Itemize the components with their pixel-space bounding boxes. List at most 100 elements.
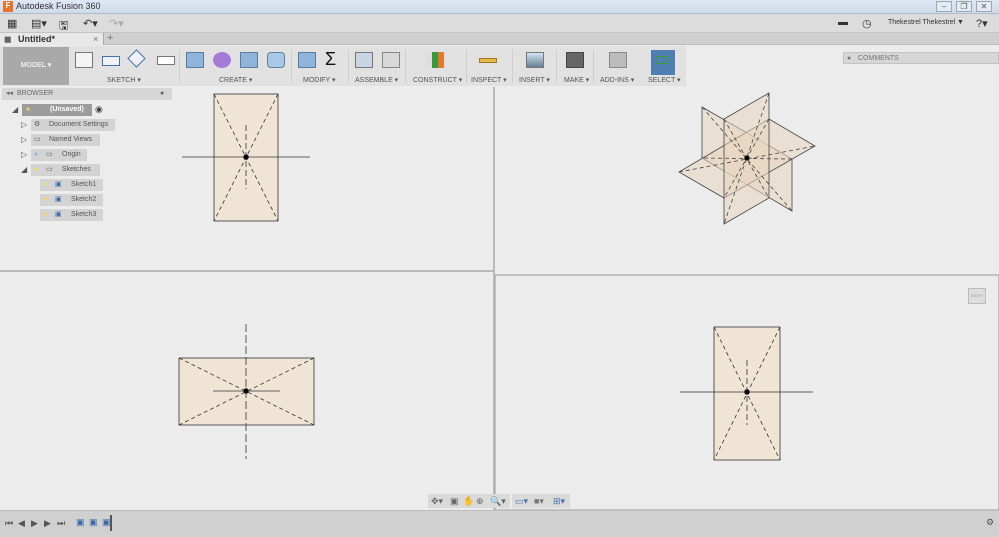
pan-icon[interactable]: ✋ [463,494,474,508]
display-settings-bar: ▭▾ ■▾ ⊞▾ [512,494,570,508]
fit-icon[interactable]: 🔍▾ [490,494,506,508]
create-sketch-icon[interactable] [75,52,93,68]
assemble-menu[interactable]: ASSEMBLE ▾ [355,76,398,84]
sketch-menu[interactable]: SKETCH ▾ [107,76,141,84]
job-status-icon[interactable]: ▬ [838,17,848,28]
tree-item-sketch1[interactable]: Sketch1 ● ▣ [40,179,103,191]
tree-item-sketches[interactable]: Sketches ● ▭ [31,164,100,176]
restore-button[interactable]: ❐ [956,1,972,12]
go-to-end-icon[interactable]: ⏭ [57,518,65,529]
comments-toggle-icon[interactable]: ● [847,53,851,64]
point-icon[interactable] [157,56,175,65]
step-back-icon[interactable]: ◀ [18,518,25,529]
play-icon[interactable]: ▶ [31,518,38,529]
display-settings-icon[interactable]: ▭▾ [515,494,528,508]
expand-toggle-icon[interactable]: ▷ [21,135,27,144]
new-component-icon[interactable] [355,52,373,68]
help-icon[interactable]: ?▾ [976,17,988,30]
sigma-icon[interactable]: Σ [325,49,343,69]
clock-icon[interactable]: ◷ [862,17,872,30]
tree-label: Origin [62,151,81,158]
close-window-button[interactable]: ✕ [976,1,992,12]
insert-menu[interactable]: INSERT ▾ [519,76,550,84]
lightbulb-icon[interactable]: ● [26,104,30,116]
tree-label: (Unsaved) [50,106,84,113]
browser-options-icon[interactable]: ● [160,88,164,100]
folder-icon: ▭ [46,166,53,173]
timeline-settings-icon[interactable]: ⚙ [986,517,994,528]
measure-icon[interactable] [479,58,497,63]
step-forward-icon[interactable]: ▶ [44,518,51,529]
canvas[interactable] [0,87,999,510]
add-ins-menu[interactable]: ADD-INS ▾ [600,76,634,84]
lightbulb-icon[interactable]: ● [43,194,47,206]
scripts-icon[interactable] [609,52,627,68]
viewcube-label: RIGHT [970,293,984,298]
lightbulb-icon[interactable]: ● [43,179,47,191]
inspect-menu[interactable]: INSPECT ▾ [471,76,507,84]
user-dropdown-icon[interactable]: ▼ [957,19,964,26]
extrude-icon[interactable] [186,52,204,68]
activate-radio-icon[interactable]: ◉ [95,104,103,115]
tree-item-sketch2[interactable]: Sketch2 ● ▣ [40,194,103,206]
modify-menu[interactable]: MODIFY ▾ [303,76,336,84]
visual-style-icon[interactable]: ■▾ [534,494,544,508]
select-button[interactable] [651,50,675,75]
user-menu[interactable]: Thekestrel Thekestrel [888,19,955,26]
timeline-marker[interactable] [110,515,112,531]
viewcube[interactable]: RIGHT [968,288,986,304]
lightbulb-icon[interactable]: ● [43,209,47,221]
undo-icon[interactable]: ↶▾ [83,17,98,30]
workspace-switcher[interactable]: MODEL ▾ [3,47,69,85]
new-tab-button[interactable]: + [107,32,113,44]
form-icon[interactable] [213,52,231,68]
select-box-icon [656,56,668,64]
tree-item-root[interactable]: (Unsaved) ● [22,104,92,116]
expand-toggle-icon[interactable]: ◢ [12,105,18,114]
viewport-area[interactable] [0,87,999,510]
lightbulb-icon[interactable]: ● [34,164,38,176]
plane-icon[interactable] [426,52,444,68]
create-menu[interactable]: CREATE ▾ [219,76,252,84]
sketch-icon: ▣ [55,196,62,203]
redo-icon[interactable]: ↷▾ [109,17,124,30]
expand-toggle-icon[interactable]: ▷ [21,120,27,129]
comments-label: COMMENTS [858,55,899,62]
press-pull-icon[interactable] [298,52,316,68]
expand-toggle-icon[interactable]: ▷ [21,150,27,159]
viewports-icon[interactable]: ⊞▾ [553,494,565,508]
browser-header[interactable]: ◂◂ BROWSER ● [2,88,172,100]
joint-icon[interactable] [382,52,400,68]
timeline-sketch1-icon[interactable]: ▣ [76,517,85,528]
collapse-browser-icon[interactable]: ◂◂ [6,88,13,100]
expand-toggle-icon[interactable]: ◢ [21,165,27,174]
timeline-bar: ⏮ ◀ ▶ ▶ ⏭ ▣ ▣ ▣ ⚙ [0,510,999,537]
tree-item-origin[interactable]: Origin ● ▭ [31,149,87,161]
construct-menu[interactable]: CONSTRUCT ▾ [413,76,462,84]
file-menu-icon[interactable]: ▤▾ [31,17,47,30]
tree-item-sketch3[interactable]: Sketch3 ● ▣ [40,209,103,221]
timeline-sketch2-icon[interactable]: ▣ [89,517,98,528]
zoom-icon[interactable]: ⊕ [476,494,484,508]
tab-untitled[interactable]: Untitled* ◼ × [0,33,104,45]
close-tab-icon[interactable]: × [93,33,98,45]
window-title: Autodesk Fusion 360 [16,1,101,11]
rectangle-icon[interactable] [102,56,120,66]
look-at-icon[interactable]: ▣ [450,494,459,508]
orbit-icon[interactable]: ✥▾ [431,494,443,508]
box-icon[interactable] [240,52,258,68]
tree-item-named-views[interactable]: Named Views ▭ [31,134,100,146]
apps-grid-icon[interactable]: ▦ [7,17,17,30]
polygon-icon[interactable] [127,49,146,68]
3d-print-icon[interactable] [566,52,584,68]
comments-panel[interactable]: ● COMMENTS [843,52,999,64]
insert-image-icon[interactable] [526,52,544,68]
go-to-start-icon[interactable]: ⏮ [5,518,13,529]
tree-item-document-settings[interactable]: Document Settings ⚙ [31,119,115,131]
make-menu[interactable]: MAKE ▾ [564,76,589,84]
cylinder-icon[interactable] [267,52,285,68]
browser-title: BROWSER [17,90,54,97]
lightbulb-icon[interactable]: ● [34,149,38,161]
select-menu[interactable]: SELECT ▾ [648,76,681,84]
minimize-button[interactable]: – [936,1,952,12]
